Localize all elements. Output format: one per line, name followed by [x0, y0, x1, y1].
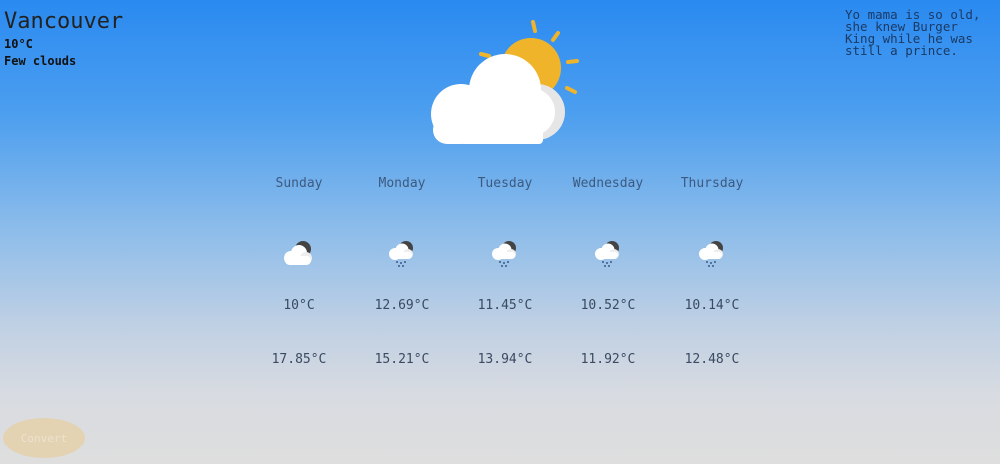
forecast-day: Wednesday 10.52°C 11.92°C	[553, 176, 663, 368]
day-name: Thursday	[680, 176, 744, 191]
day-name: Sunday	[275, 176, 323, 191]
weather-description: Few clouds	[4, 54, 77, 68]
partly-cloudy-icon	[284, 241, 312, 265]
low-temperature: 10°C	[283, 298, 315, 313]
convert-button[interactable]: Convert	[3, 418, 85, 458]
city-name: Vancouver	[4, 9, 124, 34]
high-temperature: 11.92°C	[580, 352, 636, 367]
forecast-day: Sunday 10°C 17.85°C	[244, 176, 354, 368]
forecast-day: Monday 12.69°C 15.21°C	[347, 176, 457, 368]
night-rain-icon	[699, 241, 723, 267]
high-temperature: 17.85°C	[271, 352, 327, 367]
few-clouds-icon	[431, 20, 579, 144]
night-rain-icon	[389, 241, 413, 267]
low-temperature: 10.52°C	[580, 298, 636, 313]
day-name: Tuesday	[477, 176, 533, 191]
high-temperature: 12.48°C	[684, 352, 740, 367]
forecast-day: Tuesday 11.45°C 13.94°C	[450, 176, 560, 368]
current-temperature: 10°C	[4, 37, 33, 51]
joke-text: Yo mama is so old, she knew Burger King …	[845, 7, 981, 58]
low-temperature: 11.45°C	[477, 298, 533, 313]
high-temperature: 15.21°C	[374, 352, 430, 367]
night-rain-icon	[492, 241, 516, 267]
high-temperature: 13.94°C	[477, 352, 533, 367]
night-rain-icon	[595, 241, 619, 267]
day-name: Wednesday	[572, 176, 644, 191]
low-temperature: 12.69°C	[374, 298, 430, 313]
forecast-day: Thursday 10.14°C 12.48°C	[657, 176, 767, 368]
current-weather: Vancouver 10°C Few clouds	[4, 8, 123, 70]
day-name: Monday	[378, 176, 426, 191]
forecast-list: Sunday 10°C 17.85°C Monday 12.69°C 15.21…	[0, 176, 1000, 376]
low-temperature: 10.14°C	[684, 298, 740, 313]
